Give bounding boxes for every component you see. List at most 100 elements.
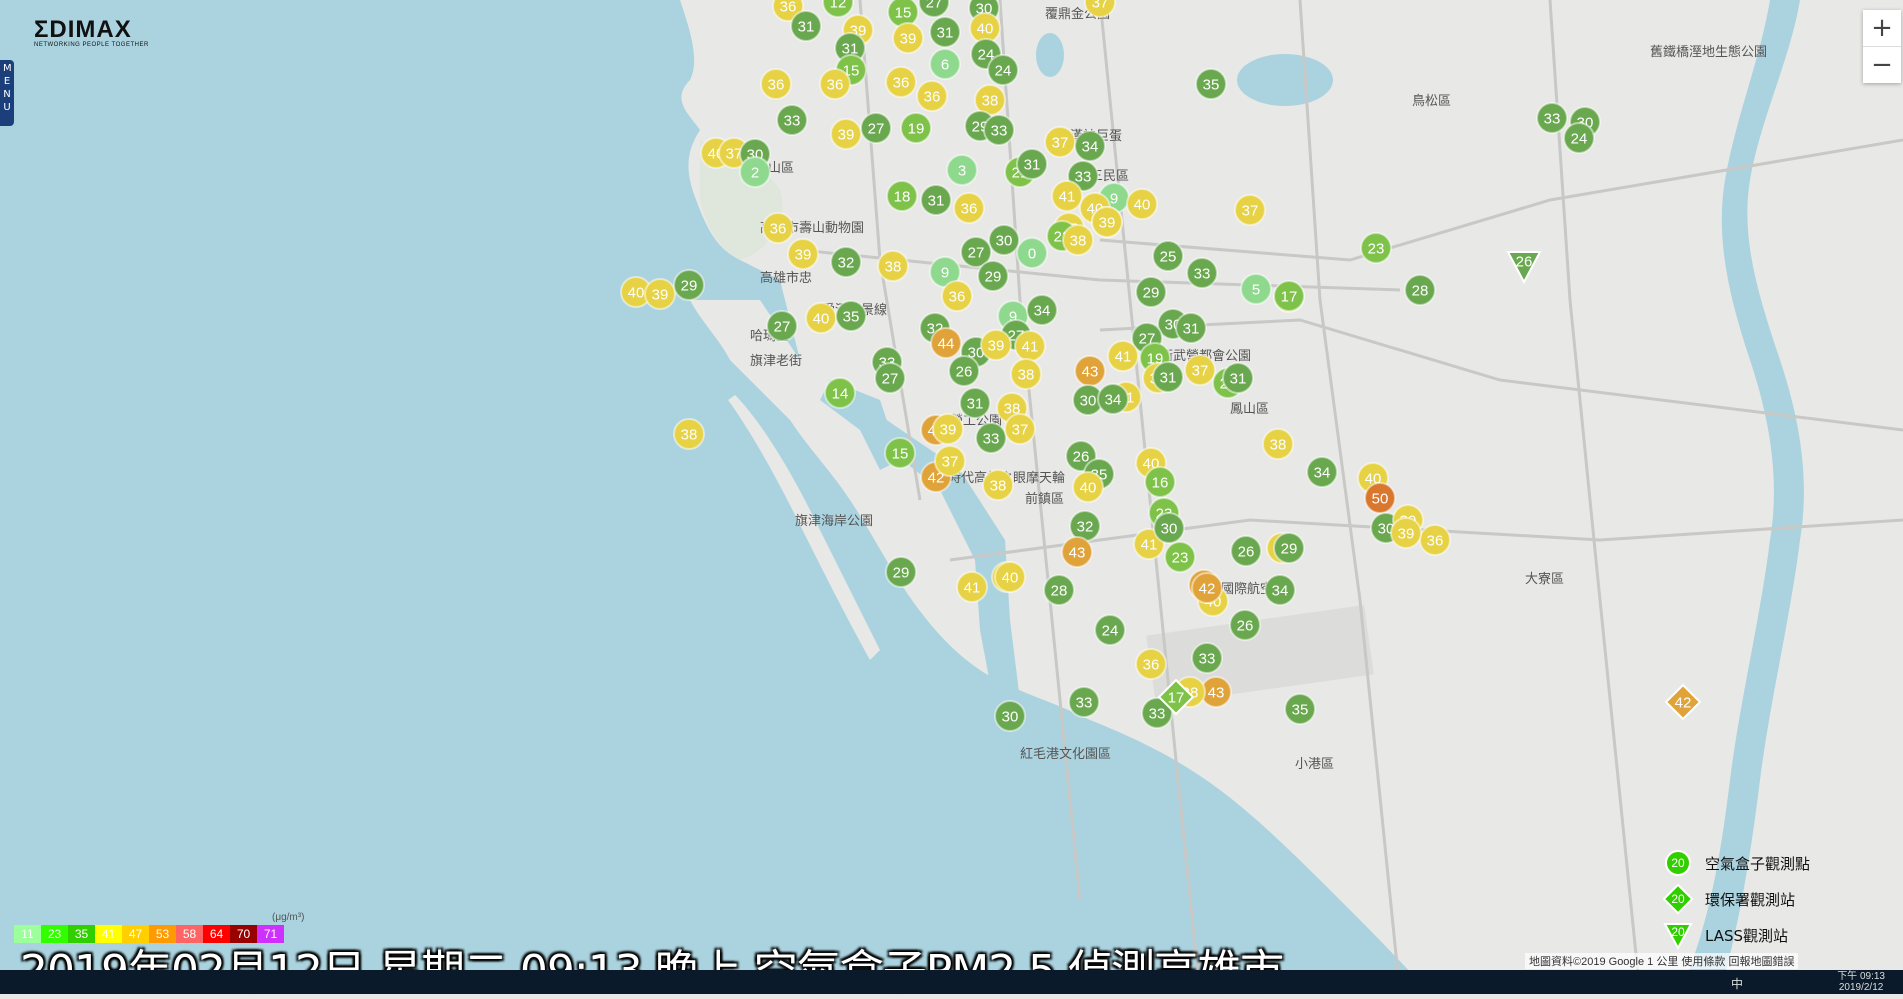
- pm25-sensor-marker[interactable]: 40: [994, 561, 1026, 593]
- pm25-sensor-marker[interactable]: 27: [874, 362, 906, 394]
- pm25-sensor-marker[interactable]: 36: [819, 68, 851, 100]
- pm25-sensor-marker[interactable]: 37: [1184, 354, 1216, 386]
- map-attribution[interactable]: 地圖資料©2019 Google 1 公里 使用條款 回報地圖錯誤: [1525, 953, 1799, 969]
- pm25-sensor-marker[interactable]: 40: [1072, 471, 1104, 503]
- pm25-sensor-marker[interactable]: 36: [953, 192, 985, 224]
- pm25-sensor-marker[interactable]: 26: [948, 355, 980, 387]
- pm25-sensor-marker[interactable]: 18: [886, 180, 918, 212]
- pm25-sensor-marker[interactable]: 39: [892, 22, 924, 54]
- pm25-sensor-marker[interactable]: 29: [977, 260, 1009, 292]
- pm25-sensor-marker[interactable]: 36: [885, 66, 917, 98]
- pm25-sensor-marker[interactable]: 34: [1264, 574, 1296, 606]
- pm25-sensor-marker[interactable]: 39: [980, 329, 1012, 361]
- pm25-sensor-marker[interactable]: 3: [946, 154, 978, 186]
- zoom-in-button[interactable]: +: [1863, 10, 1901, 46]
- pm25-sensor-marker[interactable]: 17: [1273, 280, 1305, 312]
- pm25-sensor-marker[interactable]: 5: [1240, 273, 1272, 305]
- pm25-sensor-marker[interactable]: 39: [1091, 206, 1123, 238]
- pm25-sensor-marker[interactable]: 25: [1152, 240, 1184, 272]
- pm25-sensor-marker[interactable]: 34: [1306, 456, 1338, 488]
- pm25-sensor-marker[interactable]: 26: [1230, 535, 1262, 567]
- pm25-sensor-marker[interactable]: 29: [1273, 532, 1305, 564]
- pm25-sensor-marker[interactable]: 36: [1419, 524, 1451, 556]
- pm25-sensor-marker[interactable]: 36: [762, 212, 794, 244]
- pm25-sensor-marker[interactable]: 36: [916, 80, 948, 112]
- pm25-sensor-marker[interactable]: 33: [1536, 102, 1568, 134]
- pm25-sensor-marker[interactable]: 43: [1061, 536, 1093, 568]
- pm25-sensor-marker[interactable]: 39: [932, 413, 964, 445]
- pm25-sensor-marker[interactable]: 16: [1144, 466, 1176, 498]
- pm25-sensor-marker[interactable]: 34: [1026, 294, 1058, 326]
- pm25-sensor-marker[interactable]: 30: [988, 224, 1020, 256]
- pm25-sensor-marker[interactable]: 24: [1563, 122, 1595, 154]
- pm25-sensor-marker[interactable]: 37: [934, 445, 966, 477]
- pm25-sensor-marker[interactable]: 35: [1195, 68, 1227, 100]
- pm25-sensor-marker[interactable]: 33: [1191, 642, 1223, 674]
- pm25-sensor-marker[interactable]: 38: [1262, 428, 1294, 460]
- pm25-sensor-marker[interactable]: 33: [983, 114, 1015, 146]
- pm25-sensor-marker[interactable]: 2: [739, 156, 771, 188]
- pm25-sensor-marker[interactable]: 39: [830, 118, 862, 150]
- pm25-sensor-marker[interactable]: 42: [1191, 572, 1223, 604]
- pm25-sensor-marker[interactable]: 41: [1107, 340, 1139, 372]
- pm25-sensor-marker[interactable]: 26: [1229, 609, 1261, 641]
- pm25-sensor-marker[interactable]: 31: [1152, 361, 1184, 393]
- pm25-sensor-marker[interactable]: 39: [644, 278, 676, 310]
- pm25-sensor-marker[interactable]: 33: [776, 104, 808, 136]
- pm25-sensor-marker[interactable]: 37: [1044, 126, 1076, 158]
- pm25-sensor-marker[interactable]: 31: [920, 184, 952, 216]
- pm25-sensor-marker[interactable]: 28: [1043, 574, 1075, 606]
- pm25-sensor-marker[interactable]: 33: [1186, 257, 1218, 289]
- pm25-sensor-marker[interactable]: 27: [860, 112, 892, 144]
- pm25-sensor-marker[interactable]: 31: [1175, 312, 1207, 344]
- pm25-sensor-marker[interactable]: 35: [1284, 693, 1316, 725]
- pm25-sensor-marker[interactable]: 39: [787, 238, 819, 270]
- pm25-sensor-marker[interactable]: 28: [1404, 274, 1436, 306]
- pm25-sensor-marker[interactable]: 31: [929, 16, 961, 48]
- pm25-sensor-marker[interactable]: 36: [760, 68, 792, 100]
- pm25-sensor-marker[interactable]: 31: [959, 387, 991, 419]
- menu-button[interactable]: MENU: [0, 60, 14, 126]
- pm25-sensor-marker[interactable]: 38: [877, 250, 909, 282]
- pm25-sensor-marker[interactable]: 36: [1135, 648, 1167, 680]
- pm25-sensor-marker[interactable]: 31: [1016, 148, 1048, 180]
- pm25-sensor-marker[interactable]: 15: [884, 437, 916, 469]
- pm25-sensor-marker[interactable]: 19: [900, 112, 932, 144]
- pm25-sensor-marker[interactable]: 24: [1094, 614, 1126, 646]
- pm25-sensor-marker[interactable]: 38: [1010, 358, 1042, 390]
- ime-indicator[interactable]: 中: [1731, 975, 1743, 992]
- map-canvas[interactable]: 鼓山區 三民區 鳥松區 高雄市壽山動物園 愛河風景線 旗津老街 旗津海岸公園 夢…: [0, 0, 1903, 994]
- pm25-sensor-marker[interactable]: 6: [929, 48, 961, 80]
- pm25-sensor-marker[interactable]: 0: [1016, 237, 1048, 269]
- pm25-sensor-marker[interactable]: 41: [1014, 330, 1046, 362]
- pm25-sensor-marker[interactable]: 34: [1074, 130, 1106, 162]
- pm25-sensor-marker[interactable]: 41: [1051, 180, 1083, 212]
- pm25-sensor-marker[interactable]: 23: [1360, 232, 1392, 264]
- pm25-sensor-marker[interactable]: 40: [805, 302, 837, 334]
- taskbar-clock[interactable]: 下午 09:13 2019/2/12: [1837, 971, 1885, 993]
- pm25-sensor-marker[interactable]: 40: [1126, 188, 1158, 220]
- pm25-sensor-marker[interactable]: 44: [930, 327, 962, 359]
- pm25-sensor-marker[interactable]: 33: [1068, 686, 1100, 718]
- pm25-sensor-marker[interactable]: 14: [824, 377, 856, 409]
- pm25-sensor-marker[interactable]: 33: [975, 422, 1007, 454]
- pm25-sensor-marker[interactable]: 23: [1164, 541, 1196, 573]
- zoom-control[interactable]: + −: [1863, 10, 1901, 83]
- pm25-sensor-marker[interactable]: 37: [1234, 194, 1266, 226]
- pm25-sensor-marker[interactable]: 37: [1004, 413, 1036, 445]
- pm25-sensor-marker[interactable]: 35: [835, 300, 867, 332]
- pm25-sensor-marker[interactable]: 36: [941, 280, 973, 312]
- pm25-sensor-marker[interactable]: 38: [673, 418, 705, 450]
- pm25-sensor-marker[interactable]: 29: [885, 556, 917, 588]
- pm25-sensor-marker[interactable]: 29: [1135, 276, 1167, 308]
- pm25-sensor-marker[interactable]: 31: [1222, 362, 1254, 394]
- pm25-sensor-marker[interactable]: 30: [1153, 512, 1185, 544]
- zoom-out-button[interactable]: −: [1863, 47, 1901, 83]
- pm25-sensor-marker[interactable]: 43: [1074, 355, 1106, 387]
- pm25-sensor-marker[interactable]: 32: [830, 246, 862, 278]
- pm25-sensor-marker[interactable]: 24: [987, 54, 1019, 86]
- pm25-sensor-marker[interactable]: 30: [994, 700, 1026, 732]
- pm25-sensor-marker[interactable]: 39: [1390, 517, 1422, 549]
- pm25-sensor-marker[interactable]: 29: [673, 269, 705, 301]
- pm25-sensor-marker[interactable]: 41: [956, 571, 988, 603]
